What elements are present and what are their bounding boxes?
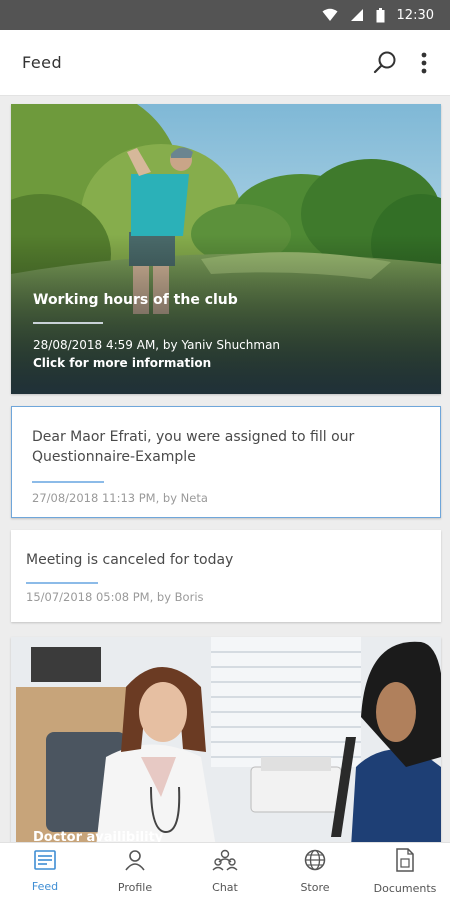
battery-icon: [376, 7, 385, 23]
nav-label: Store: [300, 881, 330, 894]
page-title: Feed: [22, 53, 63, 72]
nav-label: Feed: [31, 880, 59, 893]
wifi-icon: [322, 8, 338, 22]
feed-icon: [33, 850, 57, 874]
card-title: Doctor availibility: [33, 830, 164, 842]
nav-label: Documents: [373, 882, 437, 895]
more-vert-icon[interactable]: [420, 51, 428, 75]
feed-card-meeting[interactable]: Meeting is canceled for today 15/07/2018…: [11, 530, 441, 622]
nav-item-feed[interactable]: Feed: [0, 843, 90, 900]
nav-label: Chat: [212, 881, 238, 894]
search-icon[interactable]: [372, 50, 398, 76]
nav-item-store[interactable]: Store: [270, 843, 360, 900]
card-meta: 28/08/2018 4:59 AM, by Yaniv Shuchman: [33, 338, 281, 352]
feed-card-working-hours[interactable]: Working hours of the club 28/08/2018 4:5…: [11, 104, 441, 394]
feed-list[interactable]: Working hours of the club 28/08/2018 4:5…: [0, 96, 450, 842]
card-divider: [32, 481, 104, 483]
card-title: Meeting is canceled for today: [26, 552, 234, 568]
doctor-photo: [11, 637, 441, 842]
card-divider: [33, 322, 103, 324]
app-bar-actions: [372, 50, 428, 76]
nav-item-profile[interactable]: Profile: [90, 843, 180, 900]
bottom-nav: Feed Profile Chat Store Documents: [0, 842, 450, 900]
status-bar: 12:30: [0, 0, 450, 30]
status-time: 12:30: [396, 7, 434, 23]
feed-card-questionnaire[interactable]: Dear Maor Efrati, you were assigned to f…: [11, 406, 441, 518]
nav-label: Profile: [117, 881, 153, 894]
card-meta: 27/08/2018 11:13 PM, by Neta: [32, 491, 208, 505]
card-title: Dear Maor Efrati, you were assigned to f…: [32, 429, 355, 465]
nav-item-documents[interactable]: Documents: [360, 843, 450, 900]
profile-icon: [124, 849, 146, 875]
nav-item-chat[interactable]: Chat: [180, 843, 270, 900]
signal-icon: [350, 8, 364, 22]
card-meta: 15/07/2018 05:08 PM, by Boris: [26, 590, 204, 604]
app-bar: Feed: [0, 30, 450, 96]
document-icon: [395, 848, 415, 876]
chat-icon: [212, 849, 238, 875]
card-title: Working hours of the club: [33, 292, 238, 308]
card-overlay: Working hours of the club 28/08/2018 4:5…: [11, 292, 441, 394]
card-divider: [26, 582, 98, 584]
globe-icon: [304, 849, 326, 875]
more-info-link[interactable]: Click for more information: [33, 356, 419, 370]
feed-card-doctor[interactable]: Doctor availibility: [11, 637, 441, 842]
